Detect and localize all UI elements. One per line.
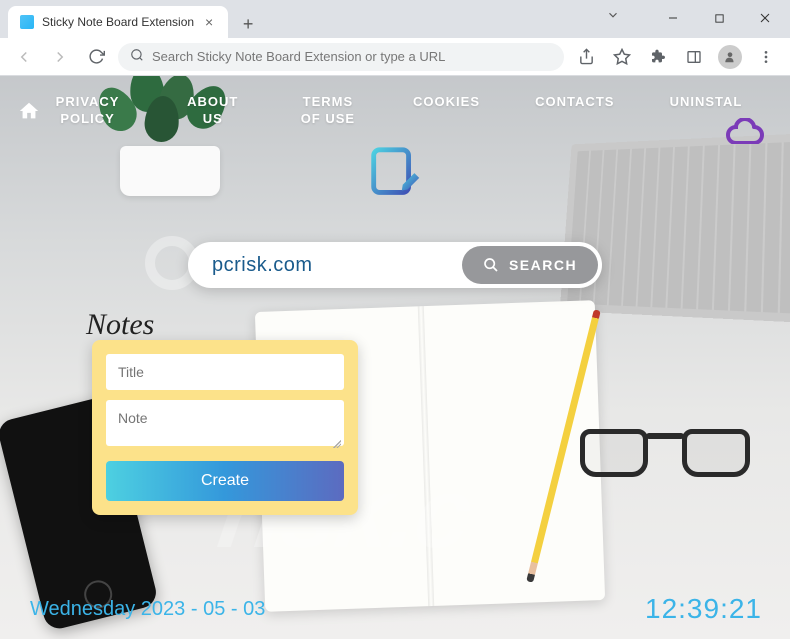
- forward-button[interactable]: [46, 43, 74, 71]
- address-bar[interactable]: Search Sticky Note Board Extension or ty…: [118, 43, 564, 71]
- sidepanel-icon[interactable]: [680, 43, 708, 71]
- note-document-icon: [364, 144, 426, 211]
- bg-laptop: [560, 132, 790, 324]
- maximize-button[interactable]: [698, 4, 740, 32]
- tab-title: Sticky Note Board Extension: [42, 15, 194, 29]
- tab-close-icon[interactable]: ×: [202, 15, 216, 29]
- nav-terms-of-use[interactable]: TERMS OF USE: [298, 94, 358, 128]
- close-window-button[interactable]: [744, 4, 786, 32]
- note-title-input[interactable]: [106, 354, 344, 390]
- browser-titlebar: Sticky Note Board Extension × +: [0, 0, 790, 38]
- tab-favicon: [20, 15, 34, 29]
- search-button-label: SEARCH: [509, 257, 577, 273]
- bg-glasses: [580, 429, 750, 489]
- footer-time: 12:39:21: [645, 593, 762, 625]
- notes-heading: Notes: [86, 308, 154, 342]
- footer-date: Wednesday 2023 - 05 - 03: [30, 598, 265, 621]
- new-tab-button[interactable]: +: [234, 10, 262, 38]
- browser-tab[interactable]: Sticky Note Board Extension ×: [8, 6, 228, 38]
- tab-dropdown-icon[interactable]: [606, 8, 620, 27]
- extensions-icon[interactable]: [644, 43, 672, 71]
- notes-card: Create: [92, 340, 358, 515]
- search-button[interactable]: SEARCH: [462, 246, 598, 284]
- window-controls: [652, 4, 786, 32]
- share-icon[interactable]: [572, 43, 600, 71]
- search-bar: pcrisk.com SEARCH: [188, 242, 602, 288]
- reload-button[interactable]: [82, 43, 110, 71]
- bookmark-star-icon[interactable]: [608, 43, 636, 71]
- minimize-button[interactable]: [652, 4, 694, 32]
- cloud-logo-icon: [722, 118, 764, 149]
- nav-contacts[interactable]: CONTACTS: [535, 94, 614, 128]
- search-icon: [483, 257, 499, 273]
- profile-avatar[interactable]: [716, 43, 744, 71]
- nav-privacy-policy[interactable]: PRIVACY POLICY: [48, 94, 128, 128]
- search-icon: [130, 48, 144, 65]
- menu-icon[interactable]: [752, 43, 780, 71]
- nav-cookies[interactable]: COOKIES: [413, 94, 480, 128]
- nav-about-us[interactable]: ABOUT US: [183, 94, 243, 128]
- note-body-textarea[interactable]: [106, 400, 344, 446]
- address-text: Search Sticky Note Board Extension or ty…: [152, 49, 552, 64]
- top-nav: PRIVACY POLICY ABOUT US TERMS OF USE COO…: [0, 94, 790, 128]
- search-input[interactable]: pcrisk.com: [212, 254, 462, 277]
- back-button[interactable]: [10, 43, 38, 71]
- browser-toolbar: Search Sticky Note Board Extension or ty…: [0, 38, 790, 76]
- page-content: risk.c PRIVACY POLICY ABOUT US TERMS OF …: [0, 76, 790, 639]
- create-button[interactable]: Create: [106, 461, 344, 501]
